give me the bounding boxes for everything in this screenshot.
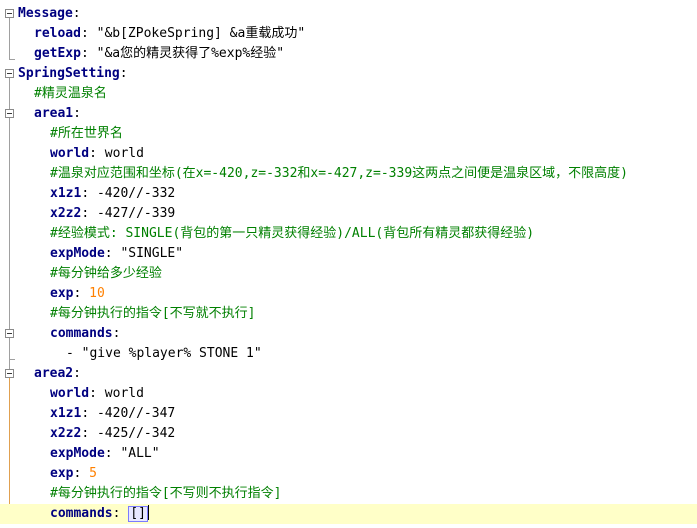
yaml-key: getExp <box>34 46 81 61</box>
yaml-value: -427//-339 <box>96 206 176 221</box>
code-line[interactable]: SpringSetting: <box>0 64 697 84</box>
yaml-key: x2z2 <box>50 206 82 221</box>
yaml-comment: #经验模式: SINGLE(背包的第一只精灵获得经验)/ALL(背包所有精灵都获… <box>50 226 535 241</box>
yaml-key: world <box>50 386 90 401</box>
yaml-value: -425//-342 <box>96 426 176 441</box>
code-line[interactable]: #温泉对应范围和坐标(在x=-420,z=-332和x=-427,z=-339这… <box>0 164 697 184</box>
yaml-value: world <box>104 386 144 401</box>
code-line[interactable]: exp: 5 <box>0 464 697 484</box>
code-line[interactable]: #每分钟执行的指令[不写就不执行] <box>0 304 697 324</box>
code-line[interactable]: - "give %player% STONE 1" <box>0 344 697 364</box>
yaml-comment: #温泉对应范围和坐标(在x=-420,z=-332和x=-427,z=-339这… <box>50 166 628 181</box>
code-line[interactable]: expMode: "SINGLE" <box>0 244 697 264</box>
code-line[interactable]: #每分钟执行的指令[不写则不执行指令] <box>0 484 697 504</box>
code-line[interactable]: world: world <box>0 384 697 404</box>
text-caret <box>147 505 149 520</box>
code-line[interactable]: x1z1: -420//-347 <box>0 404 697 424</box>
code-line[interactable]: commands: <box>0 324 697 344</box>
code-editor[interactable]: Message: reload: "&b[ZPokeSpring] &a重载成功… <box>0 4 697 524</box>
yaml-key: exp <box>50 466 74 481</box>
code-line[interactable]: area1: <box>0 104 697 124</box>
code-line[interactable]: getExp: "&a您的精灵获得了%exp%经验" <box>0 44 697 64</box>
code-line[interactable]: Message: <box>0 4 697 24</box>
yaml-value: "&a您的精灵获得了%exp%经验" <box>96 46 285 61</box>
bracket-match-highlight: [] <box>128 506 148 522</box>
yaml-value: -420//-347 <box>96 406 176 421</box>
yaml-key: commands <box>50 326 113 341</box>
code-line[interactable]: x2z2: -425//-342 <box>0 424 697 444</box>
yaml-comment: #每分钟执行的指令[不写则不执行指令] <box>50 486 282 501</box>
code-line[interactable]: #每分钟给多少经验 <box>0 264 697 284</box>
yaml-key: area1 <box>34 106 74 121</box>
yaml-comment: #每分钟执行的指令[不写就不执行] <box>50 306 256 321</box>
code-line[interactable]: #所在世界名 <box>0 124 697 144</box>
code-line[interactable]: x1z1: -420//-332 <box>0 184 697 204</box>
yaml-key: x2z2 <box>50 426 82 441</box>
yaml-value: -420//-332 <box>96 186 176 201</box>
code-line[interactable]: #精灵温泉名 <box>0 84 697 104</box>
code-line[interactable]: area2: <box>0 364 697 384</box>
yaml-comment: #所在世界名 <box>50 126 123 141</box>
yaml-key: Message <box>18 6 73 21</box>
yaml-comment: #每分钟给多少经验 <box>50 266 162 281</box>
code-line[interactable]: exp: 10 <box>0 284 697 304</box>
yaml-value: "&b[ZPokeSpring] &a重载成功" <box>96 26 306 41</box>
yaml-value: "SINGLE" <box>120 246 184 261</box>
yaml-key: expMode <box>50 446 105 461</box>
yaml-key: SpringSetting <box>18 66 120 81</box>
code-line[interactable]: #经验模式: SINGLE(背包的第一只精灵获得经验)/ALL(背包所有精灵都获… <box>0 224 697 244</box>
yaml-value: world <box>104 146 144 161</box>
yaml-key: x1z1 <box>50 406 82 421</box>
yaml-comment: #精灵温泉名 <box>34 86 107 101</box>
yaml-key: expMode <box>50 246 105 261</box>
code-line[interactable]: expMode: "ALL" <box>0 444 697 464</box>
yaml-number: 10 <box>89 286 105 301</box>
code-line[interactable]: x2z2: -427//-339 <box>0 204 697 224</box>
yaml-number: 5 <box>89 466 97 481</box>
yaml-key: area2 <box>34 366 74 381</box>
yaml-value: "ALL" <box>120 446 160 461</box>
yaml-key: commands <box>50 506 113 521</box>
current-code-line[interactable]: commands: [] <box>0 504 697 524</box>
yaml-key: world <box>50 146 90 161</box>
yaml-key: reload <box>34 26 81 41</box>
code-line[interactable]: world: world <box>0 144 697 164</box>
yaml-list-item: - "give %player% STONE 1" <box>66 346 262 361</box>
code-line[interactable]: reload: "&b[ZPokeSpring] &a重载成功" <box>0 24 697 44</box>
yaml-key: x1z1 <box>50 186 82 201</box>
yaml-key: exp <box>50 286 74 301</box>
